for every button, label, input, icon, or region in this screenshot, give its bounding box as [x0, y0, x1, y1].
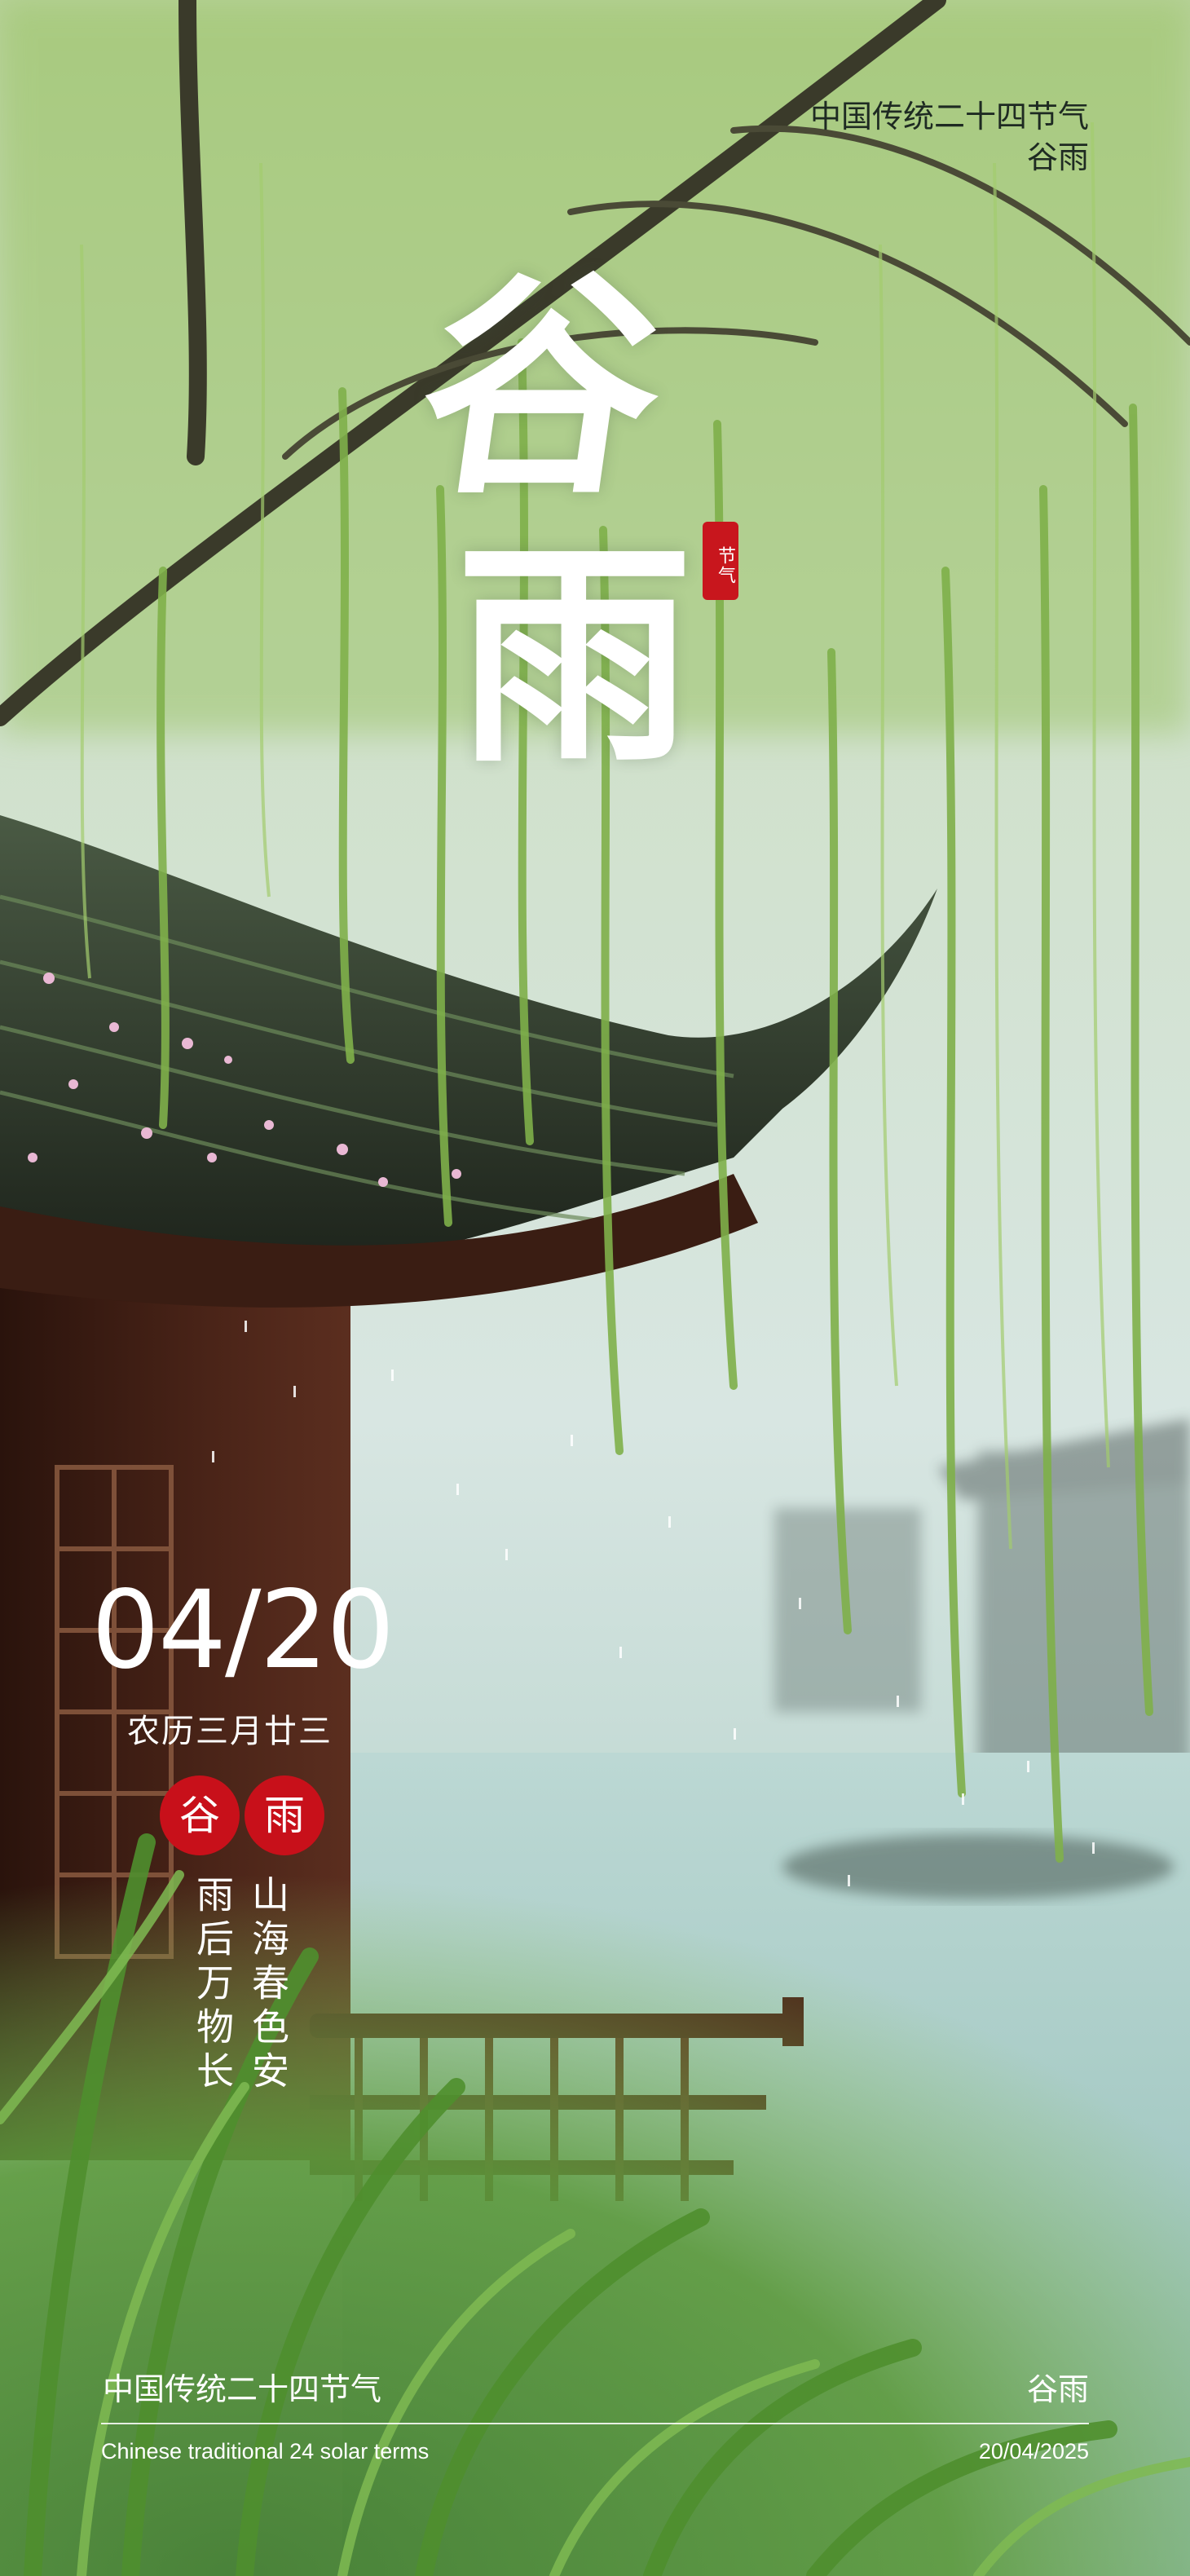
title-char-2: 雨	[456, 518, 693, 795]
caption-line-1: 中国传统二十四节气	[809, 99, 1089, 135]
footer-subtitle-left: Chinese traditional 24 solar terms	[101, 2439, 430, 2464]
verse-column-1: 雨后万物长	[191, 1875, 235, 2095]
caption-line-2: 谷雨	[1026, 139, 1089, 175]
red-seal-stamp: 节气	[703, 522, 738, 600]
term-badge-2: 雨	[245, 1775, 324, 1855]
footer-title-left: 中国传统二十四节气	[103, 2371, 382, 2407]
top-caption: 中国传统二十四节气 谷雨	[810, 96, 1089, 178]
term-badge-1: 谷	[160, 1775, 240, 1855]
title-char-1: 谷	[404, 249, 680, 526]
lunar-date: 农历三月廿三	[127, 1713, 333, 1750]
footer-divider	[101, 2423, 1089, 2424]
footer-date: 20/04/2025	[978, 2439, 1089, 2464]
verse-column-2: 山海春色安	[246, 1875, 290, 2095]
footer-title-right: 谷雨	[1026, 2371, 1089, 2407]
gregorian-date: 04/20	[91, 1568, 394, 1693]
poster: 中国传统二十四节气 谷雨 谷 雨 节气 04/20 农历三月廿三 谷 雨 雨后万…	[0, 0, 1190, 2576]
